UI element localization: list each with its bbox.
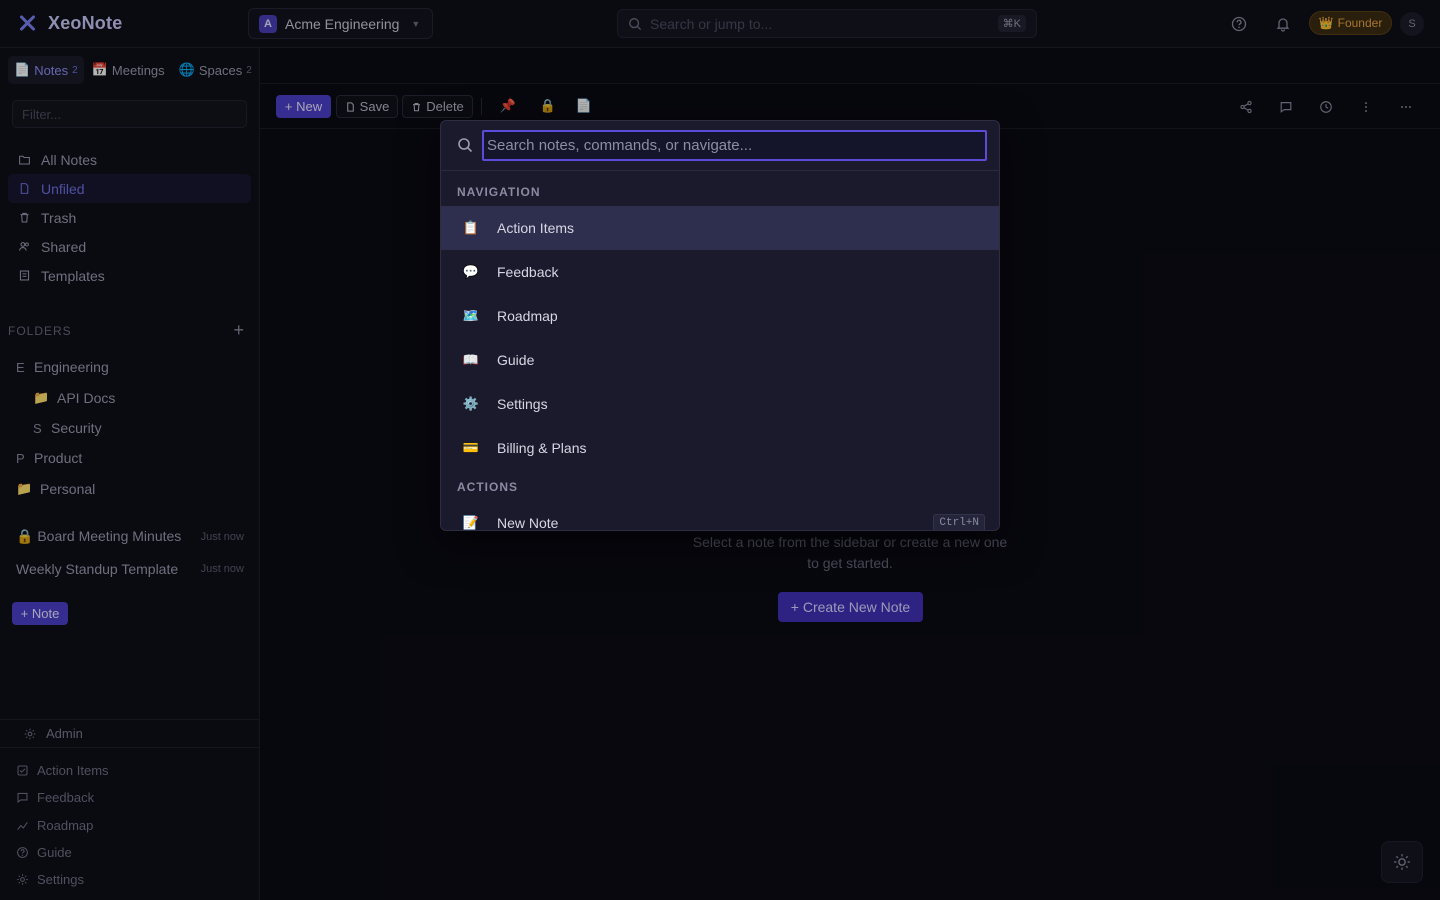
command-item-roadmap[interactable]: 🗺️ Roadmap xyxy=(441,294,999,338)
speech-bubble-icon: 💬 xyxy=(462,264,480,279)
book-icon: 📖 xyxy=(462,352,480,367)
credit-card-icon: 💳 xyxy=(462,440,480,455)
command-item-label: Roadmap xyxy=(497,308,558,324)
command-item-feedback[interactable]: 💬 Feedback xyxy=(441,250,999,294)
search-icon xyxy=(458,138,473,153)
command-item-new-note[interactable]: 📝 New Note Ctrl+N xyxy=(441,501,999,531)
command-item-action-items[interactable]: 📋 Action Items xyxy=(441,206,999,250)
map-icon: 🗺️ xyxy=(462,308,480,323)
clipboard-icon: 📋 xyxy=(462,220,480,235)
command-item-guide[interactable]: 📖 Guide xyxy=(441,338,999,382)
command-item-billing[interactable]: 💳 Billing & Plans xyxy=(441,426,999,470)
command-shortcut: Ctrl+N xyxy=(933,514,985,530)
actions-section-title: ACTIONS xyxy=(457,480,518,494)
gear-icon: ⚙️ xyxy=(462,396,480,411)
command-item-label: Billing & Plans xyxy=(497,440,587,456)
navigation-section-title: NAVIGATION xyxy=(457,185,541,199)
memo-icon: 📝 xyxy=(462,515,480,530)
command-palette: NAVIGATION 📋 Action Items 💬 Feedback 🗺️ … xyxy=(440,120,1000,531)
command-palette-search xyxy=(441,121,999,171)
command-item-settings[interactable]: ⚙️ Settings xyxy=(441,382,999,426)
command-palette-input[interactable] xyxy=(482,130,987,161)
command-item-label: Settings xyxy=(497,396,548,412)
command-item-label: Guide xyxy=(497,352,535,368)
command-item-label: Action Items xyxy=(497,220,575,236)
command-item-label: New Note xyxy=(497,515,559,531)
command-item-label: Feedback xyxy=(497,264,559,280)
